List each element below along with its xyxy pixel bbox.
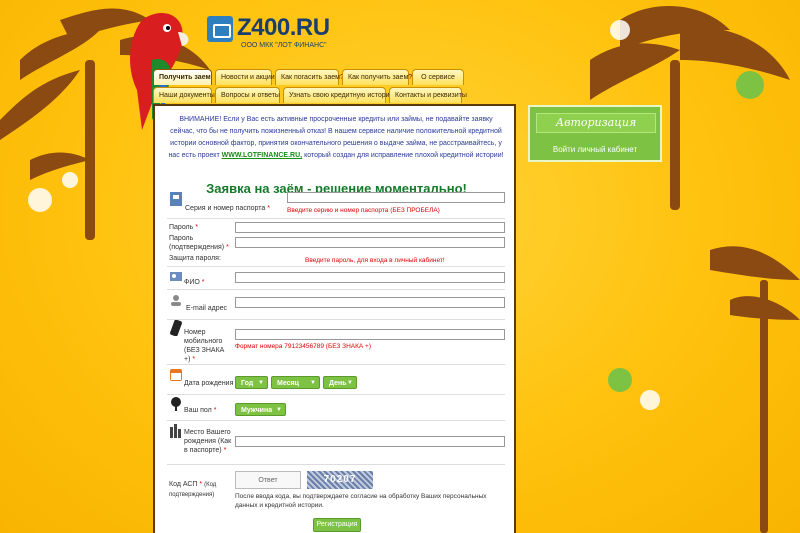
birth-year-select[interactable]: Год ▼ <box>235 376 268 389</box>
password-strength-label: Защита пароля: <box>169 255 221 262</box>
tab-contacts[interactable]: Контакты и реквизиты <box>389 87 467 103</box>
lotfinance-link[interactable]: WWW.LOTFINANCE.RU, <box>222 152 303 159</box>
password-input[interactable] <box>235 222 505 233</box>
divider <box>167 420 505 421</box>
birthplace-label: Место Вашего рождения (Как в паспорте) * <box>184 429 232 454</box>
id-card-icon <box>170 272 182 281</box>
logo-subtitle: ООО МКК "ЛОТ ФИНАНС" <box>241 42 327 49</box>
password-confirm-label: Пароль (подтверждения) * <box>169 235 229 251</box>
passport-hint: Введите серию и номер паспорта (БЕЗ ПРОБ… <box>287 207 440 214</box>
site-logo[interactable]: Z400.RU ООО МКК "ЛОТ ФИНАНС" <box>207 12 330 52</box>
warning-notice: ВНИМАНИЕ! Если у Вас есть активные проср… <box>168 116 504 159</box>
divider <box>167 394 505 395</box>
tab-credit-history[interactable]: Узнать свою кредитную историю <box>283 87 395 103</box>
tab-how-to-get[interactable]: Как получить заем? <box>342 69 412 85</box>
phone-input[interactable] <box>235 329 505 340</box>
wallet-icon <box>207 16 233 42</box>
main-nav-row-2: Наши документы Вопросы и ответы Узнать с… <box>153 87 467 103</box>
email-input[interactable] <box>235 297 505 308</box>
captcha-image: 70207 <box>307 471 373 489</box>
auth-title: Авторизация <box>536 113 656 133</box>
fio-label: ФИО * <box>184 279 205 286</box>
building-icon <box>170 424 181 438</box>
captcha-label: Код АСП * (Код подтверждения) <box>169 481 217 498</box>
tab-documents[interactable]: Наши документы <box>153 87 215 103</box>
password-label: Пароль * <box>169 224 198 231</box>
gender-select[interactable]: Мужчина ▼ <box>235 403 286 416</box>
phone-hint: Формат номера 79123456789 (БЕЗ ЗНАКА +) <box>235 343 371 350</box>
auth-box: Авторизация Войти личный кабинет <box>528 105 662 162</box>
tab-about[interactable]: О сервисе <box>412 69 464 85</box>
divider <box>167 218 505 219</box>
birth-day-select[interactable]: День ▼ <box>323 376 357 389</box>
gender-icon <box>171 397 181 411</box>
loan-application-panel: ВНИМАНИЕ! Если у Вас есть активные проср… <box>153 104 516 533</box>
birthplace-input[interactable] <box>235 436 505 447</box>
password-hint: Введите пароль, для входа в личный кабин… <box>305 257 445 264</box>
email-label: E-mail адрес <box>186 305 228 312</box>
tab-faq[interactable]: Вопросы и ответы <box>215 87 280 103</box>
divider <box>167 266 505 267</box>
birthdate-label: Дата рождения * <box>184 380 238 387</box>
main-nav-row-1: Получить заем Новости и акции Как погаси… <box>153 69 464 85</box>
divider <box>167 319 505 320</box>
mobile-phone-icon <box>170 320 182 336</box>
palm-tree-right-illustration <box>590 6 800 533</box>
gender-label: Ваш пол * <box>184 407 217 414</box>
divider <box>167 289 505 290</box>
password-confirm-input[interactable] <box>235 237 505 248</box>
divider <box>167 364 505 365</box>
tab-get-loan[interactable]: Получить заем <box>153 69 212 85</box>
phone-label: Номер мобильного (БЕЗ ЗНАКА +) * <box>184 329 225 363</box>
login-cabinet-link[interactable]: Войти личный кабинет <box>530 145 660 154</box>
fio-input[interactable] <box>235 272 505 283</box>
logo-title: Z400.RU <box>237 14 330 41</box>
register-button[interactable]: Регистрация <box>313 518 361 532</box>
divider <box>167 464 505 465</box>
calendar-icon <box>170 369 182 381</box>
captcha-answer-input[interactable]: Ответ <box>235 471 301 489</box>
tab-how-to-repay[interactable]: Как погасить заем? <box>275 69 344 85</box>
birth-month-select[interactable]: Месяц ▼ <box>271 376 320 389</box>
tab-news[interactable]: Новости и акции <box>215 69 275 85</box>
passport-label: Серия и номер паспорта * <box>185 205 270 212</box>
consent-text: После ввода кода, вы подтверждаете согла… <box>235 493 487 509</box>
passport-icon <box>170 192 182 206</box>
passport-input[interactable] <box>287 192 505 203</box>
email-user-icon <box>171 295 181 306</box>
